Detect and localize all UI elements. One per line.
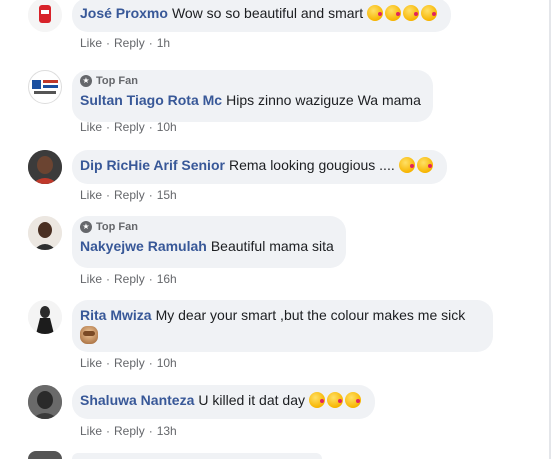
- reply-link[interactable]: Reply: [114, 120, 145, 134]
- kissing-face-emoji: [385, 5, 401, 21]
- avatar[interactable]: [28, 385, 62, 419]
- badge-label: Top Fan: [96, 221, 138, 233]
- comment-text: Rema looking gougious ....: [228, 157, 395, 173]
- comment-text: Hips zinno waziguze Wa mama: [226, 92, 421, 108]
- comment-author[interactable]: Dip RicHie Arif Senior: [80, 157, 225, 173]
- comment-timestamp[interactable]: 15h: [157, 188, 177, 202]
- see-no-evil-monkey-emoji: [80, 326, 98, 344]
- like-link[interactable]: Like: [80, 272, 102, 286]
- avatar[interactable]: [28, 70, 62, 104]
- emoji-group: [398, 157, 435, 173]
- emoji-group: [308, 392, 363, 408]
- kissing-face-emoji: [416, 157, 433, 173]
- like-link[interactable]: Like: [80, 188, 102, 202]
- comment-actions: Like · Reply · 16h: [80, 272, 177, 286]
- comment-text: My dear your smart ,but the colour makes…: [155, 307, 466, 323]
- comment-actions: Like · Reply · 15h: [80, 188, 177, 202]
- reply-link[interactable]: Reply: [114, 356, 145, 370]
- comment-timestamp[interactable]: 13h: [157, 424, 177, 438]
- kissing-face-emoji: [326, 392, 343, 408]
- comment-bubble: Rita Mwiza My dear your smart ,but the co…: [72, 300, 493, 352]
- star-icon: ★: [80, 221, 92, 233]
- reply-link[interactable]: Reply: [114, 188, 145, 202]
- comment-bubble: Shaluwa Nanteza U killed it dat day: [72, 385, 375, 419]
- comment-text: U killed it dat day: [198, 392, 305, 408]
- comment-author[interactable]: Sultan Tiago Rota Mc: [80, 92, 222, 108]
- reply-link[interactable]: Reply: [114, 424, 145, 438]
- like-link[interactable]: Like: [80, 36, 102, 50]
- comment-timestamp[interactable]: 10h: [157, 120, 177, 134]
- comment-text: Beautiful mama sita: [210, 238, 334, 254]
- kissing-face-emoji: [398, 157, 415, 173]
- avatar[interactable]: [28, 216, 62, 250]
- comment-author[interactable]: Nakyejwe Ramulah: [80, 238, 207, 254]
- avatar[interactable]: [28, 451, 62, 459]
- comment-timestamp[interactable]: 10h: [157, 356, 177, 370]
- comment-bubble: José Proxmo Wow so so beautiful and smart: [72, 0, 451, 32]
- comment-author[interactable]: Rita Mwiza: [80, 307, 152, 323]
- comment-bubble: Dip RicHie Arif Senior Rema looking gougi…: [72, 150, 447, 184]
- kissing-face-emoji: [308, 392, 325, 408]
- top-fan-badge: ★ Top Fan: [80, 74, 421, 88]
- comment-text: Wow so so beautiful and smart: [171, 5, 364, 21]
- comment-bubble: [72, 453, 322, 459]
- comment-actions: Like · Reply · 10h: [80, 356, 177, 370]
- comment-author[interactable]: Shaluwa Nanteza: [80, 392, 194, 408]
- kissing-face-emoji: [421, 5, 437, 21]
- kissing-face-emoji: [403, 5, 419, 21]
- comment-bubble: ★ Top Fan Sultan Tiago Rota Mc Hips zinno…: [72, 70, 433, 122]
- emoji-group: [80, 326, 481, 345]
- reply-link[interactable]: Reply: [114, 272, 145, 286]
- avatar[interactable]: [28, 0, 62, 32]
- comment-timestamp[interactable]: 1h: [157, 36, 170, 50]
- like-link[interactable]: Like: [80, 120, 102, 134]
- comment-actions: Like · Reply · 13h: [80, 424, 177, 438]
- comment-actions: Like · Reply · 10h: [80, 120, 177, 134]
- emoji-group: [367, 5, 439, 21]
- kissing-face-emoji: [367, 5, 383, 21]
- comment-bubble: ★ Top Fan Nakyejwe Ramulah Beautiful mama…: [72, 216, 346, 268]
- badge-label: Top Fan: [96, 75, 138, 87]
- kissing-face-emoji: [344, 392, 361, 408]
- avatar[interactable]: [28, 300, 62, 334]
- like-link[interactable]: Like: [80, 424, 102, 438]
- comment-actions: Like · Reply · 1h: [80, 36, 171, 50]
- comment-timestamp[interactable]: 16h: [157, 272, 177, 286]
- star-icon: ★: [80, 75, 92, 87]
- avatar[interactable]: [28, 150, 62, 184]
- top-fan-badge: ★ Top Fan: [80, 220, 334, 234]
- reply-link[interactable]: Reply: [114, 36, 145, 50]
- comment-author[interactable]: José Proxmo: [80, 5, 168, 21]
- like-link[interactable]: Like: [80, 356, 102, 370]
